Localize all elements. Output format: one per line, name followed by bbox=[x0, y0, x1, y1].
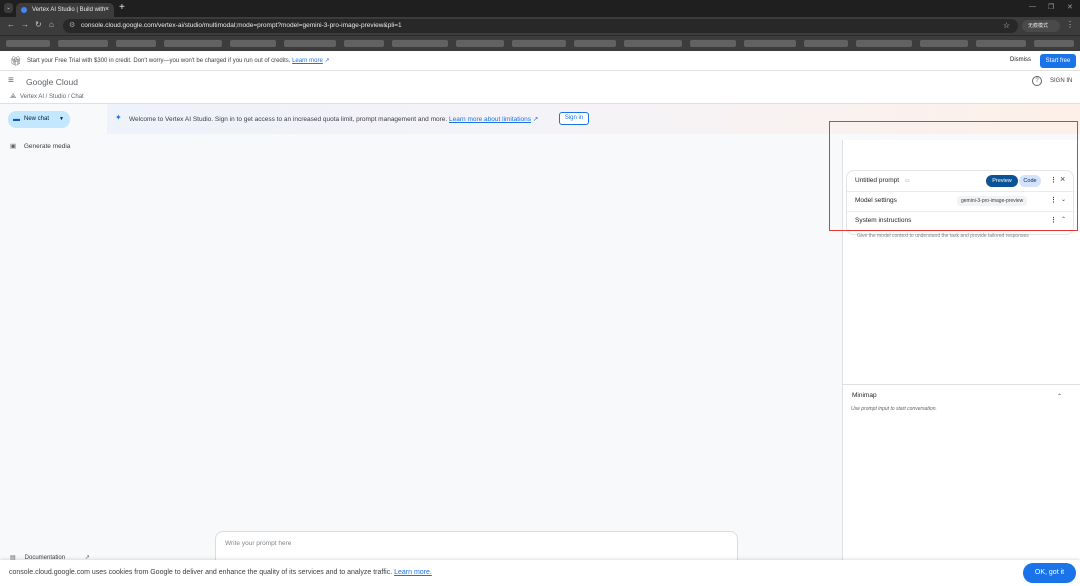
image-icon: ▣ bbox=[10, 143, 17, 150]
cookie-learn-more-link[interactable]: Learn more. bbox=[394, 569, 432, 576]
bookmark-item[interactable] bbox=[744, 40, 796, 47]
welcome-message: Welcome to Vertex AI Studio. Sign in to … bbox=[129, 115, 538, 123]
cookie-banner: console.cloud.google.com uses cookies fr… bbox=[0, 560, 1080, 586]
new-chat-label: New chat bbox=[24, 116, 50, 122]
bookmark-item[interactable] bbox=[624, 40, 682, 47]
breadcrumb-text[interactable]: Vertex AI / Studio / Chat bbox=[20, 94, 84, 100]
gift-icon: 🎁︎ bbox=[10, 56, 22, 66]
trial-text: Start your Free Trial with $300 in credi… bbox=[27, 58, 291, 64]
ok-got-it-button[interactable]: OK, got it bbox=[1023, 563, 1076, 583]
minimap-title: Minimap bbox=[852, 392, 877, 399]
bookmark-item[interactable] bbox=[58, 40, 108, 47]
bookmark-item[interactable] bbox=[6, 40, 50, 47]
bookmark-item[interactable] bbox=[230, 40, 276, 47]
browser-toolbar: ← → ↻ ⌂ ⚙ console.cloud.google.com/verte… bbox=[0, 17, 1080, 35]
window-close-icon[interactable]: ✕ bbox=[1067, 3, 1073, 11]
tab-search-icon[interactable]: ⌄ bbox=[4, 3, 13, 13]
help-icon[interactable]: ? bbox=[1032, 76, 1042, 86]
restore-icon[interactable]: ❐ bbox=[1048, 3, 1054, 11]
trial-learn-more-link[interactable]: Learn more bbox=[292, 58, 323, 64]
sparkle-icon: ✦ bbox=[115, 113, 122, 122]
address-bar[interactable]: ⚙ console.cloud.google.com/vertex-ai/stu… bbox=[63, 19, 1018, 33]
vertex-ai-icon: ⟁ bbox=[10, 93, 17, 100]
bookmarks-bar bbox=[0, 35, 1080, 51]
browser-menu-icon[interactable]: ⋮ bbox=[1066, 20, 1074, 29]
bookmark-item[interactable] bbox=[456, 40, 504, 47]
bookmark-item[interactable] bbox=[512, 40, 566, 47]
cookie-message: console.cloud.google.com uses cookies fr… bbox=[9, 569, 432, 576]
minimize-icon[interactable]: — bbox=[1029, 3, 1036, 10]
bookmark-item[interactable] bbox=[690, 40, 736, 47]
bookmark-item[interactable] bbox=[976, 40, 1026, 47]
dismiss-button[interactable]: Dismiss bbox=[1010, 57, 1031, 63]
bookmark-item[interactable] bbox=[804, 40, 848, 47]
incognito-profile-button[interactable]: 无痕模式 bbox=[1022, 20, 1060, 32]
start-free-button[interactable]: Start free bbox=[1040, 54, 1076, 68]
minimap-section: Minimap ⌃ Use prompt input to start conv… bbox=[843, 384, 1080, 566]
bookmark-item[interactable] bbox=[392, 40, 448, 47]
reload-icon[interactable]: ↻ bbox=[35, 20, 42, 29]
generate-media-label: Generate media bbox=[23, 143, 71, 150]
prompt-placeholder: Write your prompt here bbox=[225, 540, 292, 547]
tab-title: Vertex AI Studio | Build with bbox=[32, 7, 106, 13]
bookmark-item[interactable] bbox=[116, 40, 156, 47]
sidebar-item-generate-media[interactable]: ▣ Generate media bbox=[10, 142, 70, 150]
highlight-annotation-box bbox=[829, 121, 1078, 231]
cookie-text: console.cloud.google.com uses cookies fr… bbox=[9, 569, 393, 576]
external-link-icon: ↗ bbox=[532, 116, 539, 123]
bookmark-item[interactable] bbox=[1034, 40, 1074, 47]
bookmark-item[interactable] bbox=[574, 40, 616, 47]
bookmark-item[interactable] bbox=[284, 40, 336, 47]
browser-tab-bar: ⌄ Vertex AI Studio | Build with × + — ❐ … bbox=[0, 0, 1080, 17]
vertex-favicon-icon bbox=[21, 7, 27, 13]
tab-close-icon[interactable]: × bbox=[105, 3, 109, 17]
browser-tab[interactable]: Vertex AI Studio | Build with × bbox=[16, 3, 114, 17]
new-chat-button[interactable]: ▬ New chat ▼ bbox=[8, 111, 70, 128]
chevron-up-icon[interactable]: ⌃ bbox=[1057, 393, 1062, 400]
bookmark-item[interactable] bbox=[164, 40, 222, 47]
url-text: console.cloud.google.com/vertex-ai/studi… bbox=[81, 22, 402, 29]
free-trial-banner: 🎁︎ Start your Free Trial with $300 in cr… bbox=[0, 51, 1080, 71]
bookmark-star-icon[interactable]: ☆ bbox=[1003, 19, 1010, 33]
google-cloud-logo[interactable]: Google Cloud bbox=[26, 77, 78, 87]
hamburger-menu-icon[interactable]: ≡ bbox=[8, 75, 14, 86]
gcp-header: ≡ Google Cloud ? SIGN IN bbox=[0, 72, 1080, 92]
system-instructions-input[interactable]: Give the model context to understand the… bbox=[857, 233, 1029, 239]
forward-icon[interactable]: → bbox=[21, 20, 29, 29]
bookmark-item[interactable] bbox=[344, 40, 384, 47]
chat-icon: ▬ bbox=[13, 116, 20, 123]
breadcrumb: ⟁ Vertex AI / Studio / Chat bbox=[0, 92, 1080, 104]
bookmark-item[interactable] bbox=[856, 40, 912, 47]
welcome-text: Welcome to Vertex AI Studio. Sign in to … bbox=[129, 116, 448, 123]
trial-message: Start your Free Trial with $300 in credi… bbox=[27, 57, 329, 64]
home-icon[interactable]: ⌂ bbox=[49, 20, 54, 29]
welcome-sign-in-button[interactable]: Sign in bbox=[559, 112, 589, 125]
header-sign-in-button[interactable]: SIGN IN bbox=[1050, 78, 1072, 84]
limitations-link[interactable]: Learn more about limitations bbox=[449, 116, 531, 123]
external-link-icon: ↗ bbox=[324, 58, 330, 64]
new-tab-button[interactable]: + bbox=[119, 2, 125, 13]
chevron-down-icon[interactable]: ▼ bbox=[59, 111, 64, 128]
left-sidebar: ▬ New chat ▼ ▣ Generate media bbox=[0, 104, 107, 566]
minimap-hint: Use prompt input to start conversation. bbox=[851, 406, 937, 412]
bookmark-item[interactable] bbox=[920, 40, 968, 47]
site-info-icon[interactable]: ⚙ bbox=[69, 19, 75, 33]
profile-label: 无痕模式 bbox=[1028, 23, 1049, 29]
back-icon[interactable]: ← bbox=[7, 20, 15, 29]
